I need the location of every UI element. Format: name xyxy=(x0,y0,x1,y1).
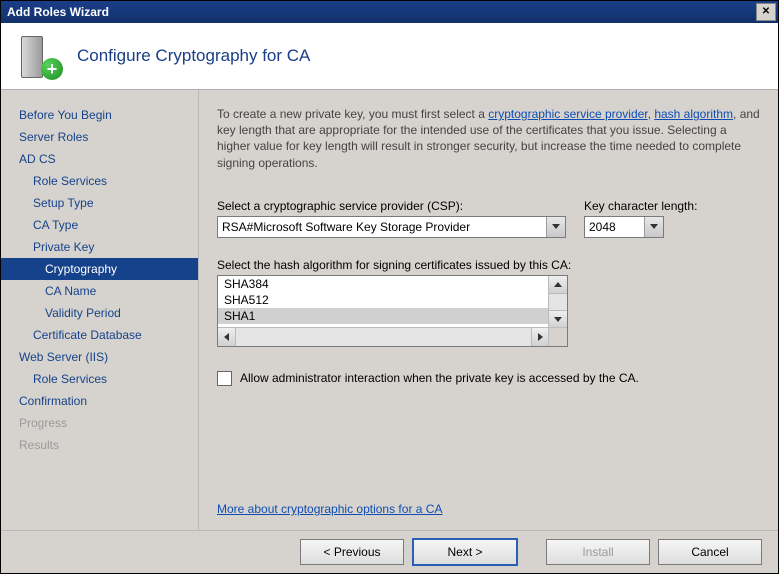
page-title: Configure Cryptography for CA xyxy=(77,46,310,66)
sidebar-item-ca-name[interactable]: CA Name xyxy=(1,280,198,302)
allow-admin-label: Allow administrator interaction when the… xyxy=(240,371,639,385)
scroll-right-icon[interactable] xyxy=(531,328,549,346)
next-button[interactable]: Next > xyxy=(412,538,518,566)
intro-text: To create a new private key, you must fi… xyxy=(217,106,760,171)
wizard-sidebar: Before You BeginServer RolesAD CSRole Se… xyxy=(1,90,199,530)
scroll-left-icon[interactable] xyxy=(218,328,236,346)
previous-button[interactable]: < Previous xyxy=(300,539,404,565)
hash-label: Select the hash algorithm for signing ce… xyxy=(217,258,760,272)
scroll-down-icon[interactable] xyxy=(549,310,567,328)
cancel-button[interactable]: Cancel xyxy=(658,539,762,565)
intro-text-part: To create a new private key, you must fi… xyxy=(217,107,488,121)
vertical-scrollbar[interactable] xyxy=(548,276,567,328)
sidebar-item-cryptography[interactable]: Cryptography xyxy=(1,258,198,280)
window-title: Add Roles Wizard xyxy=(7,5,109,19)
csp-select-value: RSA#Microsoft Software Key Storage Provi… xyxy=(222,220,470,234)
scrollbar-corner xyxy=(548,327,567,346)
key-length-value: 2048 xyxy=(589,220,616,234)
install-button: Install xyxy=(546,539,650,565)
sidebar-item-progress: Progress xyxy=(1,412,198,434)
sidebar-item-results: Results xyxy=(1,434,198,456)
sidebar-item-role-services[interactable]: Role Services xyxy=(1,170,198,192)
wizard-footer: < Previous Next > Install Cancel xyxy=(1,530,778,573)
wizard-main: To create a new private key, you must fi… xyxy=(199,90,778,530)
hash-option-sha384[interactable]: SHA384 xyxy=(218,276,549,292)
sidebar-item-before-you-begin[interactable]: Before You Begin xyxy=(1,104,198,126)
close-icon[interactable]: ✕ xyxy=(756,3,776,21)
sidebar-item-role-services[interactable]: Role Services xyxy=(1,368,198,390)
sidebar-item-private-key[interactable]: Private Key xyxy=(1,236,198,258)
sidebar-item-server-roles[interactable]: Server Roles xyxy=(1,126,198,148)
allow-admin-checkbox[interactable] xyxy=(217,371,232,386)
hash-option-sha512[interactable]: SHA512 xyxy=(218,292,549,308)
header: + Configure Cryptography for CA xyxy=(1,23,778,90)
sidebar-item-web-server-iis-[interactable]: Web Server (IIS) xyxy=(1,346,198,368)
add-roles-wizard-window: Add Roles Wizard ✕ + Configure Cryptogra… xyxy=(0,0,779,574)
hash-algorithm-list[interactable]: SHA384SHA512SHA1MD5 xyxy=(217,275,568,347)
scroll-up-icon[interactable] xyxy=(549,276,567,294)
sidebar-item-certificate-database[interactable]: Certificate Database xyxy=(1,324,198,346)
sidebar-item-confirmation[interactable]: Confirmation xyxy=(1,390,198,412)
sidebar-item-setup-type[interactable]: Setup Type xyxy=(1,192,198,214)
chevron-down-icon[interactable] xyxy=(644,217,663,237)
titlebar: Add Roles Wizard ✕ xyxy=(1,1,778,23)
hash-algorithm-link[interactable]: hash algorithm xyxy=(654,107,733,121)
keylen-label: Key character length: xyxy=(584,199,704,213)
sidebar-item-validity-period[interactable]: Validity Period xyxy=(1,302,198,324)
sidebar-item-ca-type[interactable]: CA Type xyxy=(1,214,198,236)
csp-label: Select a cryptographic service provider … xyxy=(217,199,566,213)
chevron-down-icon[interactable] xyxy=(546,217,565,237)
hash-option-sha1[interactable]: SHA1 xyxy=(218,308,549,324)
key-length-select[interactable]: 2048 xyxy=(584,216,664,238)
more-about-link[interactable]: More about cryptographic options for a C… xyxy=(217,502,760,516)
cryptographic-service-provider-link[interactable]: cryptographic service provider xyxy=(488,107,647,121)
server-add-icon: + xyxy=(15,32,63,80)
sidebar-item-ad-cs[interactable]: AD CS xyxy=(1,148,198,170)
horizontal-scrollbar[interactable] xyxy=(218,327,549,346)
csp-select[interactable]: RSA#Microsoft Software Key Storage Provi… xyxy=(217,216,566,238)
